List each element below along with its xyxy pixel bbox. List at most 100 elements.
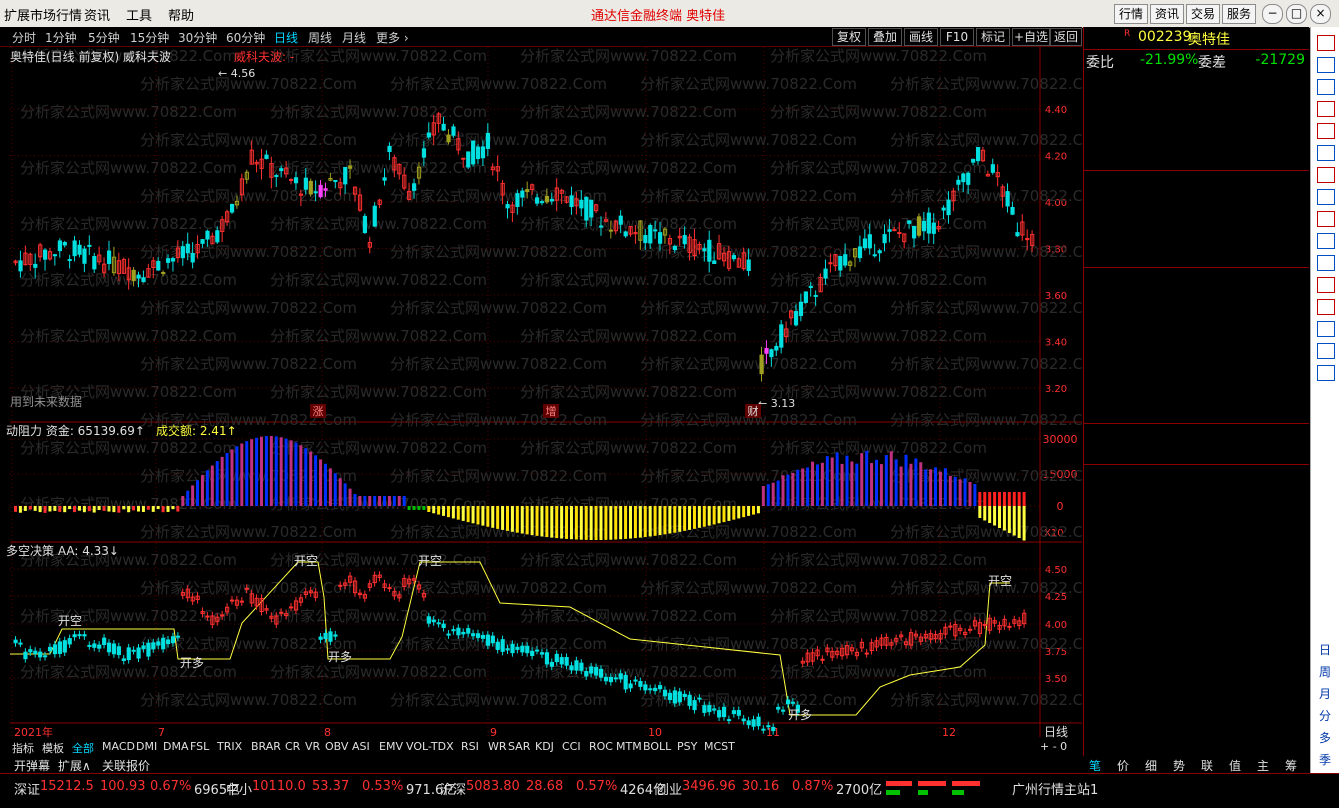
vol-bar bbox=[1022, 506, 1026, 541]
chart-area[interactable]: 4.40 4.20 4.00 3.80 3.60 3.40 3.20 30000 15000 0 X… bbox=[6, 47, 1082, 754]
side-tool-icon[interactable] bbox=[1317, 365, 1335, 381]
quote-tab[interactable]: 联 bbox=[1201, 757, 1213, 774]
period-fenshi[interactable]: 分时 bbox=[12, 29, 36, 46]
news-button[interactable]: 资讯 bbox=[1150, 4, 1184, 24]
menu-market[interactable]: 扩展市场行情 bbox=[4, 5, 82, 24]
side-period-tab[interactable]: 分 bbox=[1315, 707, 1335, 725]
side-period-tab[interactable]: 多 bbox=[1315, 729, 1335, 747]
side-period-tab[interactable]: 周 bbox=[1315, 663, 1335, 681]
side-tool-icon[interactable] bbox=[1317, 343, 1335, 359]
mark-button[interactable]: 标记 bbox=[976, 28, 1010, 46]
add-watchlist-button[interactable]: +自选 bbox=[1012, 28, 1050, 46]
menu-news[interactable]: 资讯 bbox=[84, 5, 110, 24]
service-button[interactable]: 服务 bbox=[1222, 4, 1256, 24]
period-30min[interactable]: 30分钟 bbox=[178, 29, 217, 46]
side-tool-icon[interactable] bbox=[1317, 57, 1335, 73]
zoom-controls[interactable]: + - 0 bbox=[1040, 740, 1067, 753]
indicator-tab[interactable]: FSL bbox=[190, 740, 209, 753]
fuquan-button[interactable]: 复权 bbox=[832, 28, 866, 46]
vol-bar bbox=[958, 479, 962, 506]
side-tool-icon[interactable] bbox=[1317, 321, 1335, 337]
quote-tab[interactable]: 主 bbox=[1257, 757, 1269, 774]
period-60min[interactable]: 60分钟 bbox=[226, 29, 265, 46]
danmu-toggle[interactable]: 开弹幕 bbox=[14, 757, 50, 774]
side-tool-icon[interactable] bbox=[1317, 101, 1335, 117]
side-tool-icon[interactable] bbox=[1317, 167, 1335, 183]
quote-tab[interactable]: 价 bbox=[1117, 757, 1129, 774]
indicator-tab[interactable]: MCST bbox=[704, 740, 735, 753]
side-tool-icon[interactable] bbox=[1317, 35, 1335, 51]
indicator-tab[interactable]: VR bbox=[305, 740, 320, 753]
indicator-tab[interactable]: ASI bbox=[352, 740, 370, 753]
side-tool-icon[interactable] bbox=[1317, 299, 1335, 315]
period-daily[interactable]: 日线 bbox=[274, 29, 298, 46]
side-tool-icon[interactable] bbox=[1317, 233, 1335, 249]
ls-candle-body bbox=[18, 642, 23, 645]
close-button[interactable]: × bbox=[1310, 4, 1331, 24]
indicator-tab[interactable]: 模板 bbox=[42, 740, 64, 756]
indicator-tab[interactable]: DMI bbox=[136, 740, 157, 753]
period-5min[interactable]: 5分钟 bbox=[88, 29, 120, 46]
draw-button[interactable]: 画线 bbox=[904, 28, 938, 46]
side-tool-icon[interactable] bbox=[1317, 211, 1335, 227]
period-weekly[interactable]: 周线 bbox=[308, 29, 332, 46]
related-quote-link[interactable]: 关联报价 bbox=[102, 757, 150, 774]
indicator-tab[interactable]: KDJ bbox=[535, 740, 554, 753]
maximize-button[interactable]: □ bbox=[1286, 4, 1307, 24]
indicator-tab[interactable]: SAR bbox=[508, 740, 530, 753]
ls-candle-body bbox=[52, 644, 58, 655]
indicator-tab[interactable]: EMV bbox=[379, 740, 403, 753]
trade-button[interactable]: 交易 bbox=[1186, 4, 1220, 24]
quote-tab[interactable]: 细 bbox=[1145, 757, 1157, 774]
indicator-tab[interactable]: WR bbox=[488, 740, 507, 753]
side-period-tab[interactable]: 月 bbox=[1315, 685, 1335, 703]
period-15min[interactable]: 15分钟 bbox=[130, 29, 169, 46]
indicator-tab[interactable]: MACD bbox=[102, 740, 135, 753]
watermark-text: 分析家公式网www.70822.Com bbox=[20, 439, 237, 457]
indicator-tab[interactable]: OBV bbox=[325, 740, 348, 753]
indicator-tab[interactable]: MTM bbox=[616, 740, 642, 753]
quote-tab[interactable]: 笔 bbox=[1089, 757, 1101, 774]
f10-button[interactable]: F10 bbox=[940, 28, 974, 46]
menu-help[interactable]: 帮助 bbox=[168, 5, 194, 24]
indicator-tab[interactable]: DMA bbox=[163, 740, 189, 753]
indicator-tab[interactable]: CCI bbox=[562, 740, 581, 753]
candle-body bbox=[466, 151, 471, 168]
watermark-text: 分析家公式网www.70822.Com bbox=[770, 607, 987, 625]
quote-tab[interactable]: 值 bbox=[1229, 757, 1241, 774]
side-tool-icon[interactable] bbox=[1317, 189, 1335, 205]
minimize-button[interactable]: − bbox=[1262, 4, 1283, 24]
expand-toggle[interactable]: 扩展∧ bbox=[58, 757, 91, 774]
side-period-tab[interactable]: 季 bbox=[1315, 751, 1335, 769]
indicator-tab[interactable]: BOLL bbox=[643, 740, 671, 753]
indicator-tab[interactable]: 全部 bbox=[72, 740, 94, 756]
side-tool-icon[interactable] bbox=[1317, 277, 1335, 293]
indicator-tab[interactable]: BRAR bbox=[251, 740, 281, 753]
vol-bar bbox=[727, 506, 731, 521]
back-button[interactable]: 返回 bbox=[1050, 28, 1082, 46]
vol-bar bbox=[850, 461, 854, 506]
y-tick-label: 4.20 bbox=[1045, 152, 1067, 163]
candle-body bbox=[971, 158, 976, 163]
period-monthly[interactable]: 月线 bbox=[342, 29, 366, 46]
kline-chart-svg[interactable]: 4.404.204.003.803.603.403.2030000150000X… bbox=[10, 47, 1082, 738]
side-tool-icon[interactable] bbox=[1317, 255, 1335, 271]
quote-button[interactable]: 行情 bbox=[1114, 4, 1148, 24]
indicator-tab[interactable]: PSY bbox=[677, 740, 697, 753]
indicator-tab[interactable]: RSI bbox=[461, 740, 479, 753]
indicator-tab[interactable]: ROC bbox=[589, 740, 613, 753]
indicator-tab[interactable]: CR bbox=[285, 740, 300, 753]
indicator-tab[interactable]: TRIX bbox=[217, 740, 242, 753]
overlay-button[interactable]: 叠加 bbox=[868, 28, 902, 46]
side-period-tab[interactable]: 日 bbox=[1315, 641, 1335, 659]
side-tool-icon[interactable] bbox=[1317, 79, 1335, 95]
indicator-tab[interactable]: 指标 bbox=[12, 740, 34, 756]
side-tool-icon[interactable] bbox=[1317, 123, 1335, 139]
side-tool-icon[interactable] bbox=[1317, 145, 1335, 161]
period-1min[interactable]: 1分钟 bbox=[45, 29, 77, 46]
indicator-tab[interactable]: VOL-TDX bbox=[406, 740, 454, 753]
period-more[interactable]: 更多 › bbox=[376, 29, 409, 46]
quote-tab[interactable]: 筹 bbox=[1285, 757, 1297, 774]
menu-tools[interactable]: 工具 bbox=[126, 5, 152, 24]
quote-tab[interactable]: 势 bbox=[1173, 757, 1185, 774]
